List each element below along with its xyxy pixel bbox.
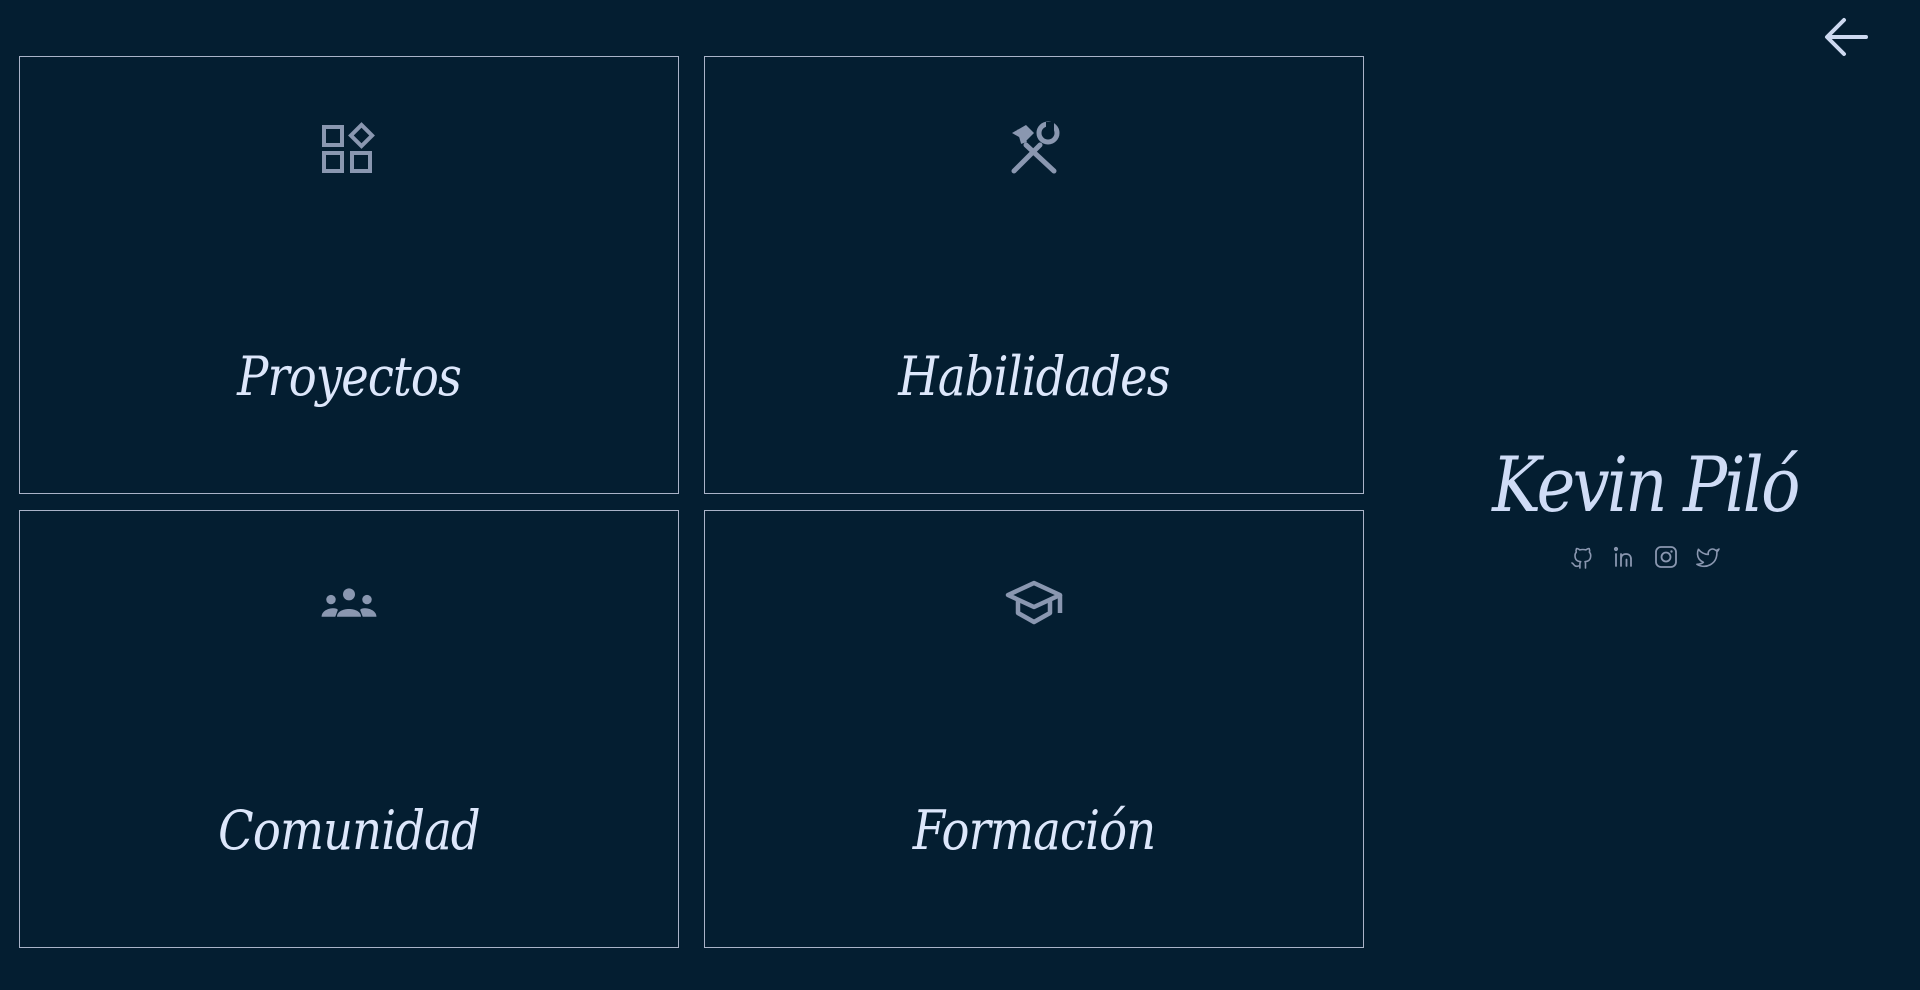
- linkedin-icon[interactable]: [1611, 544, 1637, 570]
- arrow-left-icon: [1825, 18, 1868, 56]
- card-title: Proyectos: [237, 345, 462, 408]
- profile-name: Kevin Piló: [1492, 440, 1800, 529]
- card-title: Formación: [912, 799, 1156, 862]
- github-icon[interactable]: [1569, 544, 1595, 570]
- card-proyectos[interactable]: Proyectos: [19, 56, 679, 494]
- instagram-icon[interactable]: [1653, 544, 1679, 570]
- back-button[interactable]: [1818, 14, 1874, 60]
- card-title: Comunidad: [218, 799, 480, 862]
- profile-panel: Kevin Piló: [1380, 440, 1910, 570]
- twitter-icon[interactable]: [1695, 544, 1721, 570]
- social-links: [1380, 544, 1910, 570]
- card-comunidad[interactable]: Comunidad: [19, 510, 679, 948]
- apps-shapes-icon: [319, 119, 379, 179]
- card-title: Habilidades: [898, 345, 1170, 408]
- graduation-cap-icon: [1004, 573, 1064, 633]
- card-habilidades[interactable]: Habilidades: [704, 56, 1364, 494]
- card-formacion[interactable]: Formación: [704, 510, 1364, 948]
- people-group-icon: [319, 573, 379, 633]
- tools-icon: [1004, 119, 1064, 179]
